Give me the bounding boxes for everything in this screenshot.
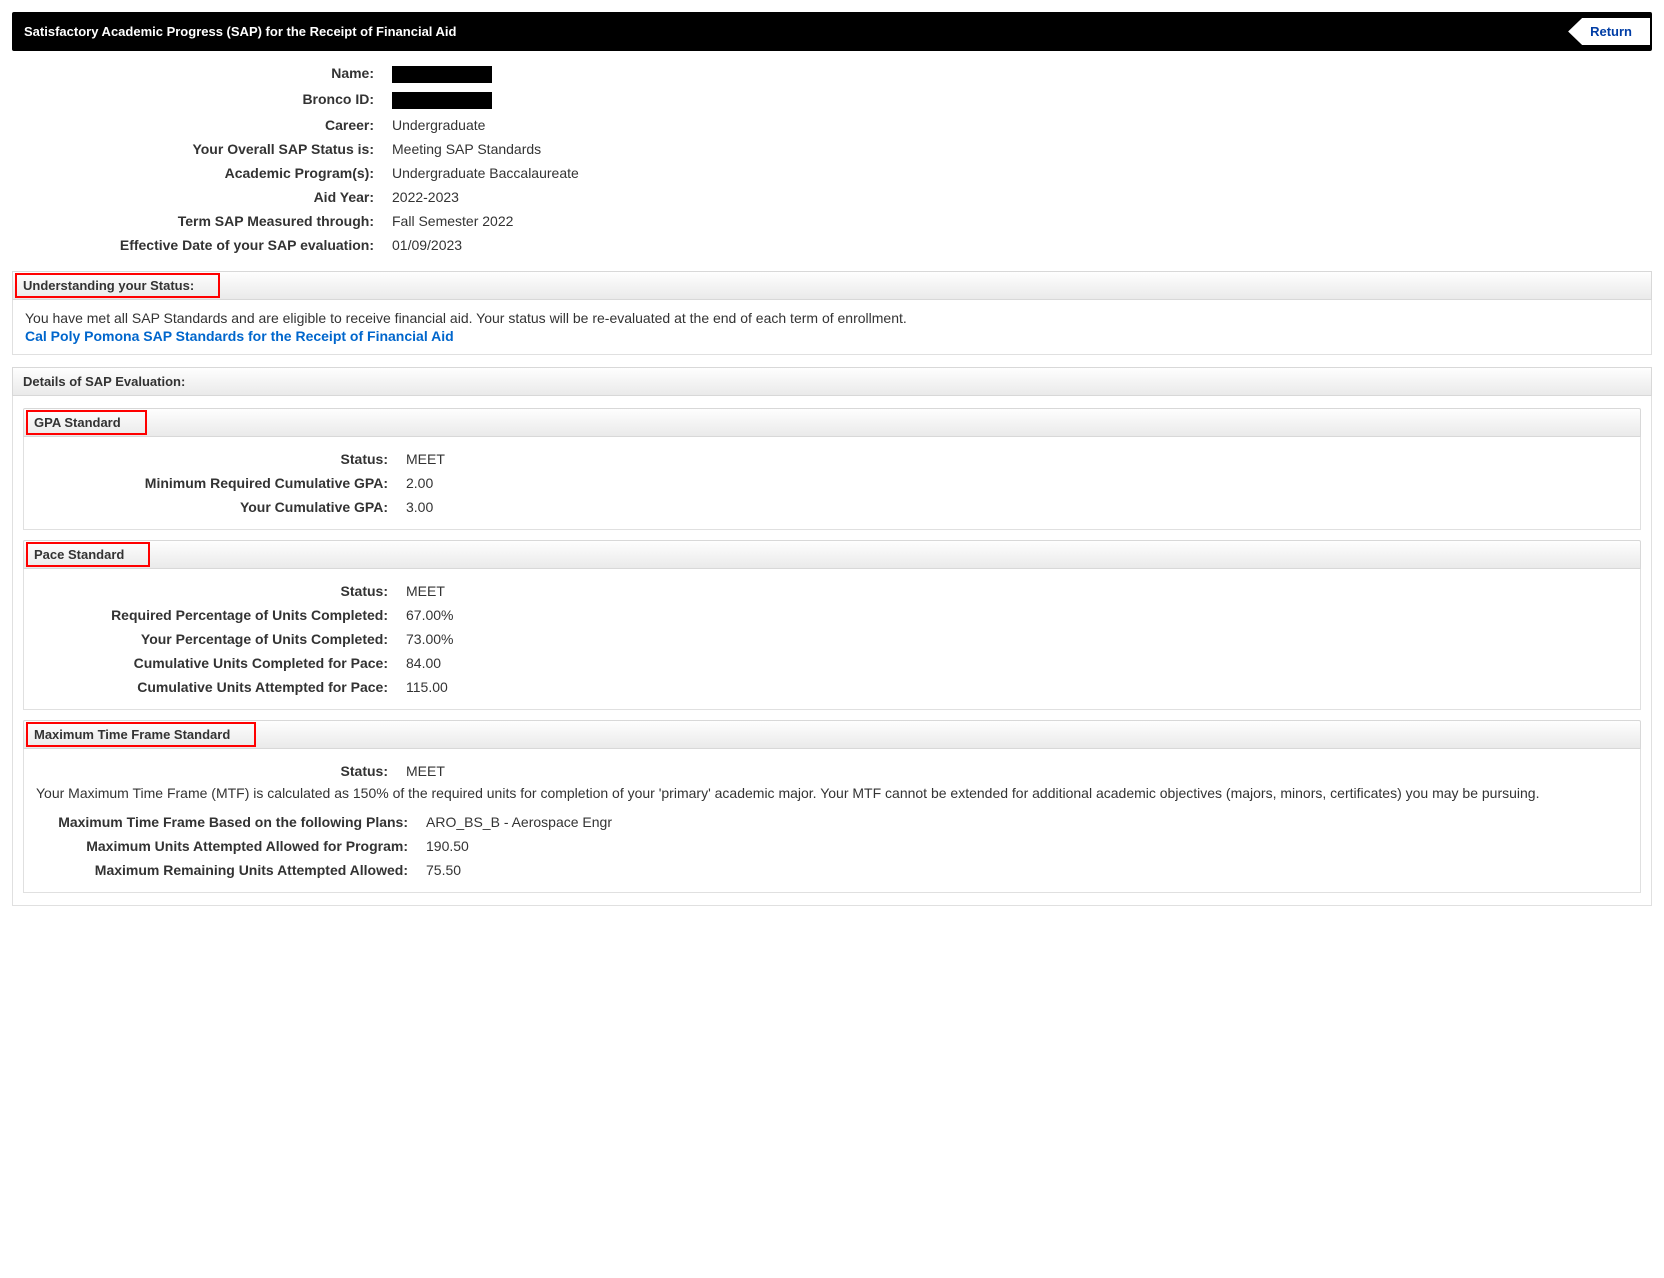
overall-status-label: Your Overall SAP Status is: (12, 141, 392, 157)
gpa-header: GPA Standard (23, 408, 1641, 437)
page-header: Satisfactory Academic Progress (SAP) for… (12, 12, 1652, 51)
bronco-id-value (392, 91, 492, 109)
redacted-block (392, 66, 492, 83)
redacted-block (392, 92, 492, 109)
gpa-your-value: 3.00 (406, 499, 433, 515)
page-title: Satisfactory Academic Progress (SAP) for… (24, 24, 456, 39)
pace-status-label: Status: (36, 583, 406, 599)
gpa-panel: GPA Standard Status: MEET Minimum Requir… (23, 408, 1641, 530)
mtf-remain-label: Maximum Remaining Units Attempted Allowe… (36, 862, 426, 878)
pace-cum-compl-label: Cumulative Units Completed for Pace: (36, 655, 406, 671)
gpa-status-value: MEET (406, 451, 445, 467)
gpa-status-label: Status: (36, 451, 406, 467)
mtf-description: Your Maximum Time Frame (MTF) is calcula… (36, 783, 1628, 804)
effective-date-value: 01/09/2023 (392, 237, 462, 253)
pace-panel: Pace Standard Status: MEET Required Perc… (23, 540, 1641, 710)
name-value (392, 65, 492, 83)
gpa-your-label: Your Cumulative GPA: (36, 499, 406, 515)
name-label: Name: (12, 65, 392, 83)
annotation-box: Understanding your Status: (15, 273, 220, 298)
mtf-plan-value: ARO_BS_B - Aerospace Engr (426, 814, 612, 830)
mtf-status-label: Status: (36, 763, 406, 779)
details-body: GPA Standard Status: MEET Minimum Requir… (12, 396, 1652, 906)
pace-status-value: MEET (406, 583, 445, 599)
mtf-status-value: MEET (406, 763, 445, 779)
program-label: Academic Program(s): (12, 165, 392, 181)
gpa-min-label: Minimum Required Cumulative GPA: (36, 475, 406, 491)
sap-standards-link[interactable]: Cal Poly Pomona SAP Standards for the Re… (25, 328, 1639, 344)
bronco-id-label: Bronco ID: (12, 91, 392, 109)
understanding-body: You have met all SAP Standards and are e… (12, 300, 1652, 355)
understanding-header: Understanding your Status: (12, 271, 1652, 300)
pace-req-pct-value: 67.00% (406, 607, 453, 623)
details-header: Details of SAP Evaluation: (12, 367, 1652, 396)
mtf-max-att-value: 190.50 (426, 838, 469, 854)
annotation-box: GPA Standard (26, 410, 147, 435)
aid-year-label: Aid Year: (12, 189, 392, 205)
mtf-remain-value: 75.50 (426, 862, 461, 878)
mtf-max-att-label: Maximum Units Attempted Allowed for Prog… (36, 838, 426, 854)
pace-your-pct-label: Your Percentage of Units Completed: (36, 631, 406, 647)
gpa-min-value: 2.00 (406, 475, 433, 491)
annotation-box: Maximum Time Frame Standard (26, 722, 256, 747)
pace-header: Pace Standard (23, 540, 1641, 569)
career-value: Undergraduate (392, 117, 485, 133)
pace-cum-att-value: 115.00 (406, 679, 448, 695)
term-value: Fall Semester 2022 (392, 213, 513, 229)
annotation-box: Pace Standard (26, 542, 150, 567)
return-button[interactable]: Return (1568, 18, 1650, 45)
program-value: Undergraduate Baccalaureate (392, 165, 579, 181)
summary-table: Name: Bronco ID: Career: Undergraduate Y… (12, 61, 1652, 257)
overall-status-value: Meeting SAP Standards (392, 141, 541, 157)
pace-req-pct-label: Required Percentage of Units Completed: (36, 607, 406, 623)
pace-your-pct-value: 73.00% (406, 631, 453, 647)
career-label: Career: (12, 117, 392, 133)
mtf-panel: Maximum Time Frame Standard Status: MEET… (23, 720, 1641, 893)
effective-date-label: Effective Date of your SAP evaluation: (12, 237, 392, 253)
pace-cum-att-label: Cumulative Units Attempted for Pace: (36, 679, 406, 695)
pace-cum-compl-value: 84.00 (406, 655, 441, 671)
mtf-header: Maximum Time Frame Standard (23, 720, 1641, 749)
term-label: Term SAP Measured through: (12, 213, 392, 229)
understanding-text: You have met all SAP Standards and are e… (25, 310, 1639, 326)
aid-year-value: 2022-2023 (392, 189, 459, 205)
mtf-plan-label: Maximum Time Frame Based on the followin… (36, 814, 426, 830)
